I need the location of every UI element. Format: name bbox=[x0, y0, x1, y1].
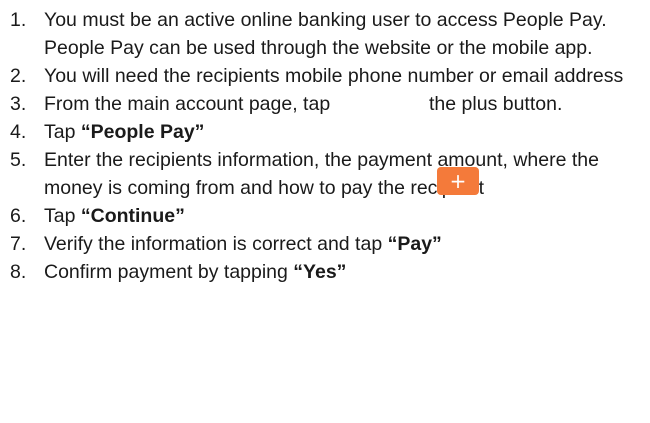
instruction-list: 1. You must be an active online banking … bbox=[0, 6, 650, 286]
step-text: Tap bbox=[44, 121, 81, 143]
step-text: From the main account page, tap bbox=[44, 93, 331, 115]
step-5: 5. Enter the recipients information, the… bbox=[0, 146, 650, 202]
step-number: 3. bbox=[10, 93, 27, 115]
step-3: 3. From the main account page, tap the p… bbox=[0, 90, 650, 118]
step-text: Tap bbox=[44, 205, 81, 227]
step-6: 6. Tap “Continue” bbox=[0, 202, 650, 230]
step-8: 8. Confirm payment by tapping “Yes” bbox=[0, 258, 650, 286]
plus-icon: + bbox=[449, 169, 467, 193]
step-emphasis: “Yes” bbox=[293, 261, 347, 283]
step-emphasis: “Continue” bbox=[80, 205, 185, 227]
step-number: 6. bbox=[10, 205, 27, 227]
step-1: 1. You must be an active online banking … bbox=[0, 6, 650, 62]
step-number: 1. bbox=[10, 9, 27, 31]
step-4: 4. Tap “People Pay” bbox=[0, 118, 650, 146]
step-emphasis: “People Pay” bbox=[80, 121, 205, 143]
plus-button[interactable]: + bbox=[437, 167, 479, 195]
step-text: the plus button. bbox=[429, 93, 563, 115]
step-text: You must be an active online banking use… bbox=[44, 9, 607, 59]
step-number: 4. bbox=[10, 121, 27, 143]
step-2: 2. You will need the recipients mobile p… bbox=[0, 62, 650, 90]
step-number: 7. bbox=[10, 233, 27, 255]
step-number: 8. bbox=[10, 261, 27, 283]
step-text: Enter the recipients information, the pa… bbox=[44, 149, 599, 199]
step-number: 2. bbox=[10, 65, 27, 87]
step-emphasis: “Pay” bbox=[387, 233, 442, 255]
step-text: Confirm payment by tapping bbox=[44, 261, 294, 283]
step-text: Verify the information is correct and ta… bbox=[44, 233, 388, 255]
step-7: 7. Verify the information is correct and… bbox=[0, 230, 650, 258]
step-number: 5. bbox=[10, 149, 27, 171]
step-text: You will need the recipients mobile phon… bbox=[44, 65, 624, 87]
